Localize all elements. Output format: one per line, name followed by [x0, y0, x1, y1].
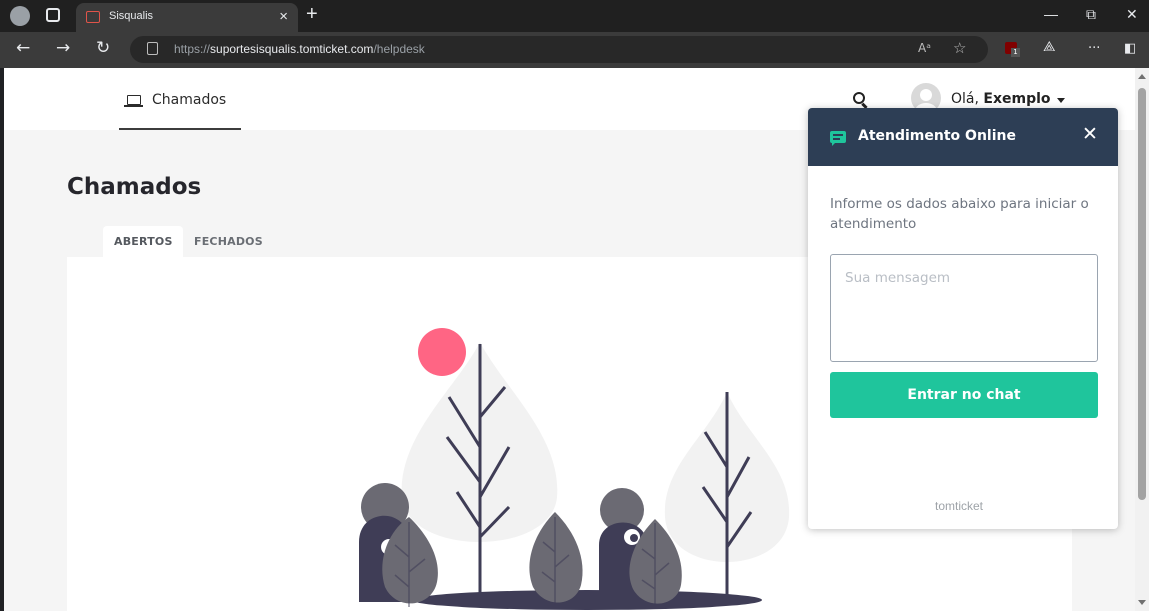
- scroll-thumb[interactable]: [1138, 88, 1146, 500]
- new-tab-button[interactable]: +: [306, 3, 318, 26]
- address-bar[interactable]: https://suportesisqualis.tomticket.com/h…: [130, 36, 988, 63]
- forward-button[interactable]: →: [56, 38, 70, 58]
- tab-abertos-label: ABERTOS: [114, 235, 173, 248]
- chat-title: Atendimento Online: [858, 128, 1016, 144]
- url-text: https://suportesisqualis.tomticket.com/h…: [174, 42, 425, 56]
- ublock-badge: 1: [1011, 48, 1020, 57]
- back-button[interactable]: ←: [16, 38, 30, 58]
- tab-actions-icon[interactable]: [46, 8, 60, 22]
- ground-shape: [412, 590, 762, 610]
- window-close-button[interactable]: ✕: [1126, 6, 1138, 23]
- chat-widget: Atendimento Online ✕ Informe os dados ab…: [808, 108, 1118, 529]
- page-title: Chamados: [67, 174, 202, 200]
- user-menu[interactable]: Olá, Exemplo: [951, 91, 1051, 107]
- more-menu-icon[interactable]: ···: [1088, 41, 1100, 56]
- browser-toolbar: ← → ↻ https://suportesisqualis.tomticket…: [0, 32, 1149, 68]
- tab-fechados[interactable]: FECHADOS: [194, 235, 263, 248]
- empty-state-illustration: [359, 328, 790, 610]
- reload-button[interactable]: ↻: [96, 38, 110, 58]
- chat-intro-text: Informe os dados abaixo para iniciar o a…: [830, 196, 1089, 232]
- chat-bubble-icon: [830, 131, 846, 146]
- scroll-up-icon[interactable]: [1138, 74, 1146, 79]
- extensions-icon[interactable]: ⟁: [1043, 39, 1056, 55]
- chat-close-button[interactable]: ✕: [1082, 123, 1098, 145]
- nav-chamados[interactable]: Chamados: [119, 68, 241, 130]
- chat-favicon-icon: [86, 11, 100, 23]
- nav-chamados-label: Chamados: [152, 92, 227, 108]
- maximize-button[interactable]: ⧉: [1086, 6, 1096, 23]
- tomticket-logo: tomticket: [935, 499, 984, 513]
- search-icon[interactable]: [853, 92, 865, 104]
- sidebar-toggle-icon[interactable]: ◧: [1124, 41, 1136, 56]
- profile-icon[interactable]: [10, 6, 30, 26]
- read-aloud-icon[interactable]: Aᵃ: [918, 41, 931, 55]
- caret-down-icon[interactable]: [1057, 98, 1065, 103]
- tab-abertos[interactable]: ABERTOS: [103, 226, 183, 257]
- message-input[interactable]: [830, 254, 1098, 362]
- tab-close-button[interactable]: ×: [279, 8, 288, 25]
- avatar-head: [920, 89, 932, 101]
- sun-shape: [418, 328, 466, 376]
- page-scrollbar[interactable]: [1135, 68, 1149, 611]
- tab-title: Sisqualis: [109, 10, 154, 22]
- laptop-icon: [124, 95, 143, 107]
- browser-tab[interactable]: Sisqualis ×: [76, 3, 298, 32]
- enter-chat-button[interactable]: Entrar no chat: [830, 372, 1098, 418]
- browser-tab-strip: Sisqualis × + — ⧉ ✕: [0, 0, 1149, 32]
- chat-header[interactable]: Atendimento Online ✕: [808, 108, 1118, 166]
- minimize-button[interactable]: —: [1044, 6, 1058, 22]
- ublock-extension-icon[interactable]: 1: [1005, 42, 1020, 57]
- lock-icon[interactable]: [147, 42, 158, 55]
- favorite-star-icon[interactable]: ☆: [953, 39, 966, 57]
- scroll-down-icon[interactable]: [1138, 600, 1146, 605]
